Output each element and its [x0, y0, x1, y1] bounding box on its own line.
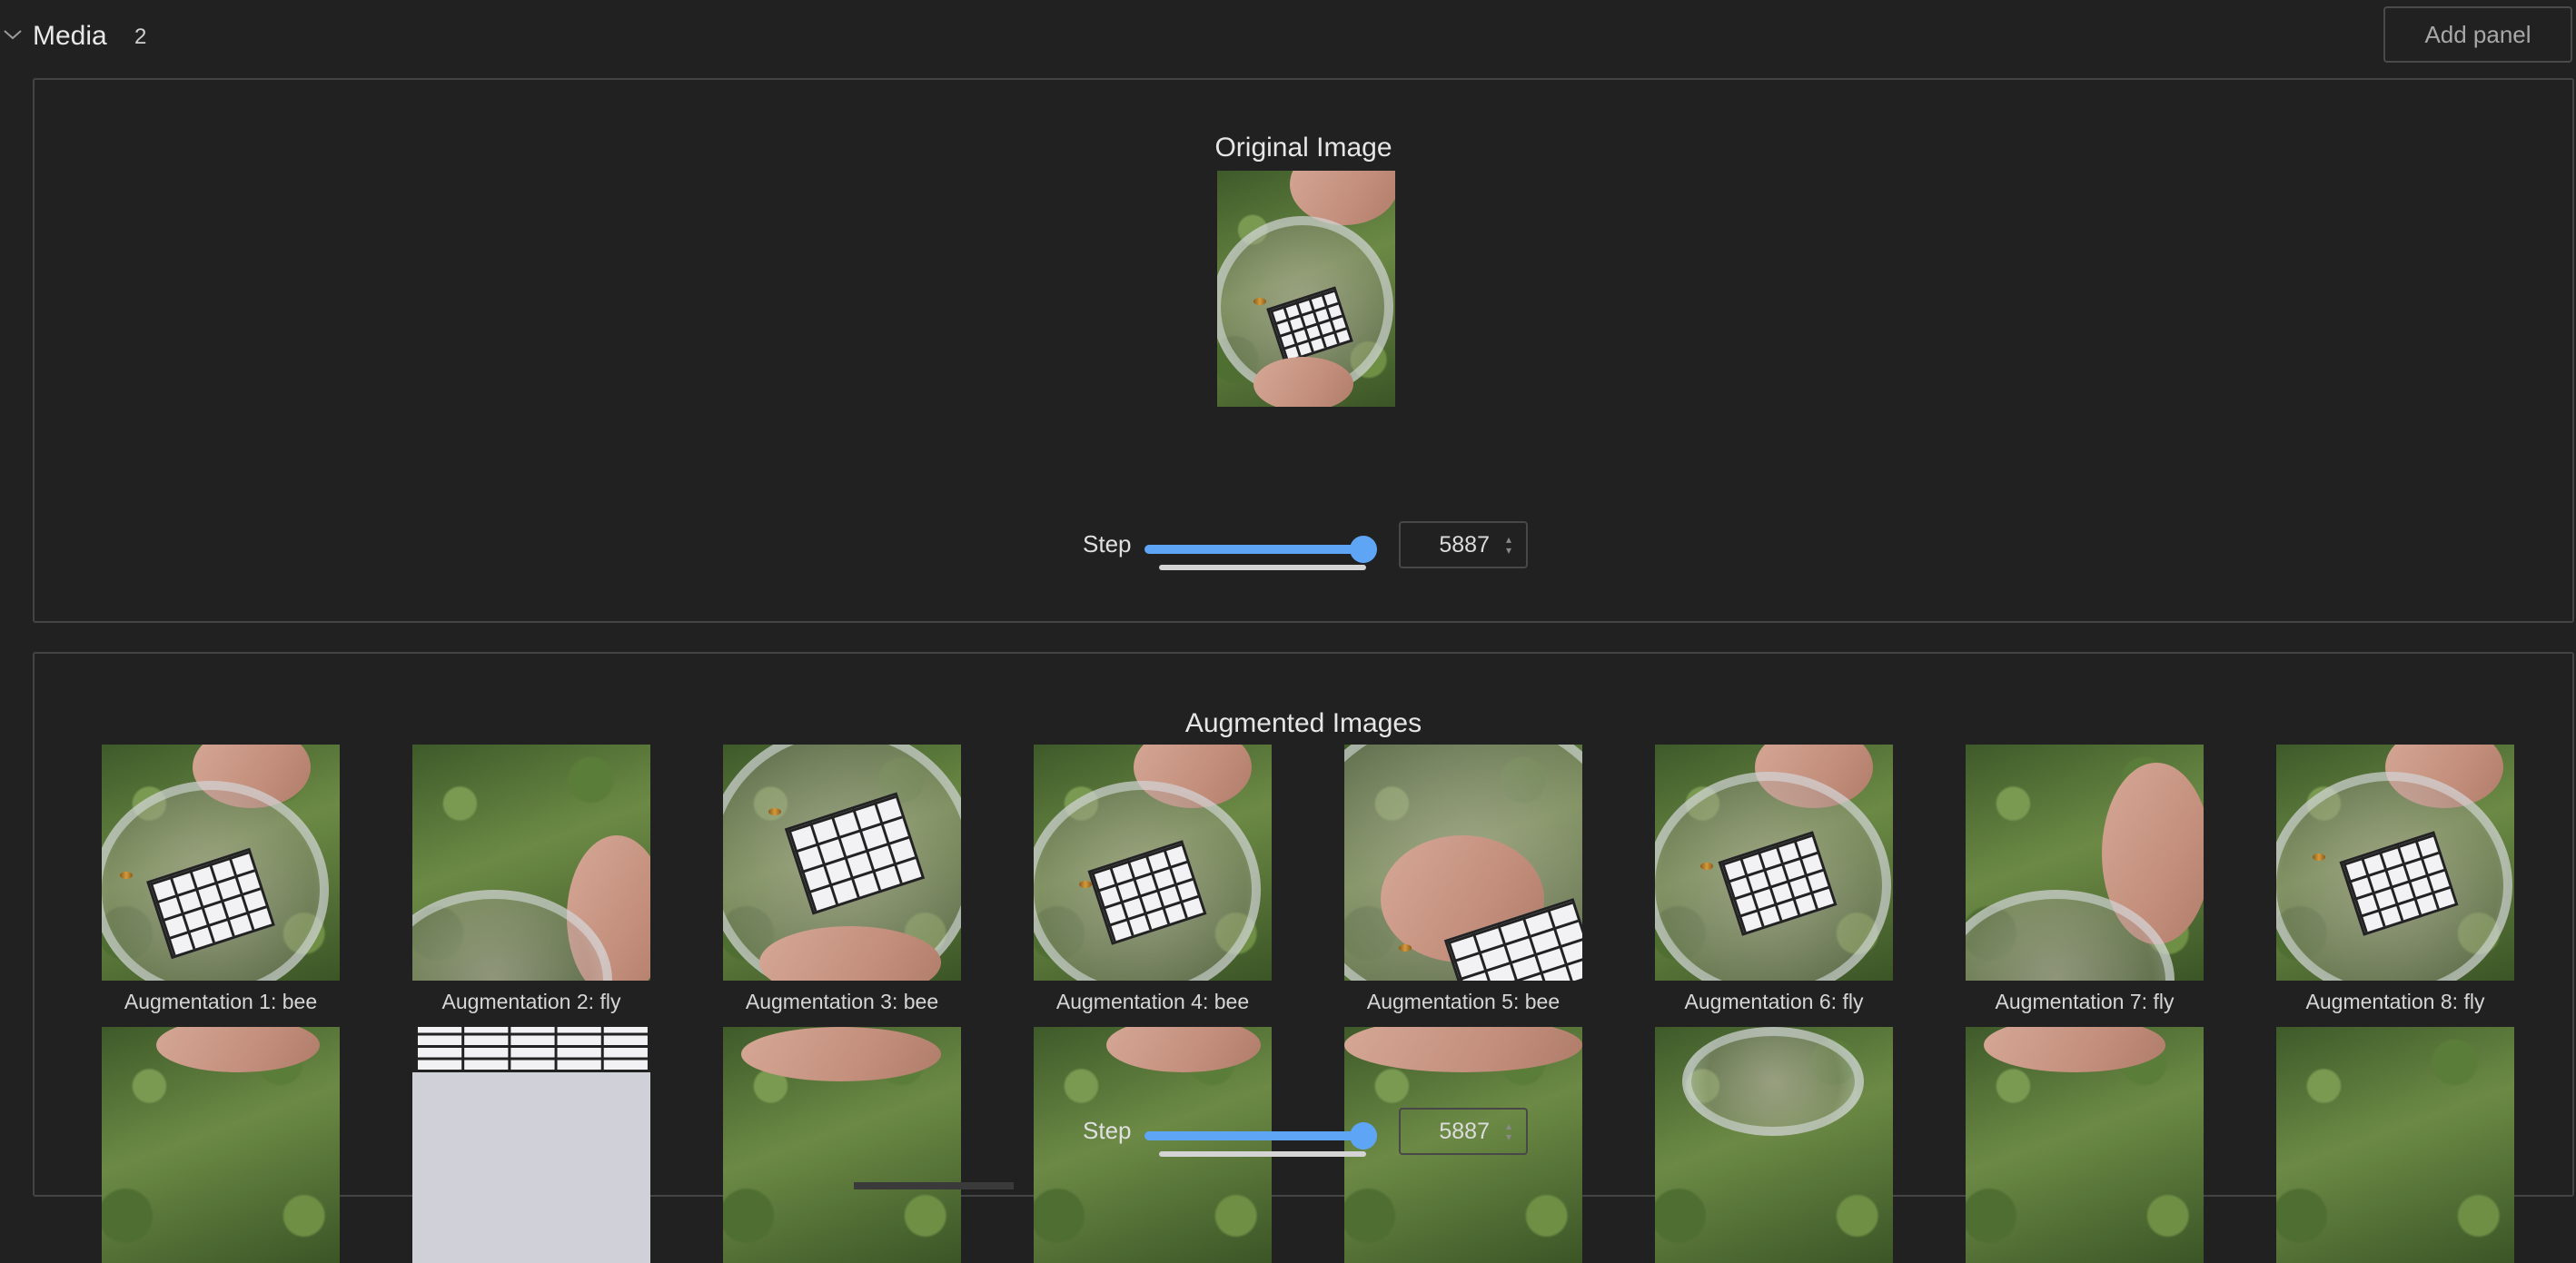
slider-track [1144, 1131, 1364, 1140]
augmented-image[interactable] [1655, 745, 1893, 981]
augmentation-caption: Augmentation 2: fly [441, 990, 621, 1013]
section-count-badge: 2 [134, 25, 147, 49]
original-image[interactable] [1217, 171, 1395, 407]
media-section-header: Media 2 Add panel [0, 0, 2576, 73]
panel-title: Augmented Images [1184, 708, 1422, 738]
slider-underline [1159, 565, 1366, 570]
augmentation-caption: Augmentation 6: fly [1684, 990, 1864, 1013]
step-label: Step [1083, 1117, 1132, 1144]
add-panel-button[interactable]: Add panel [2383, 6, 2572, 63]
augmentation-item[interactable]: Augmentation 1: bee [102, 745, 340, 1263]
step-number-input[interactable]: 5887 ▴ ▾ [1399, 1108, 1528, 1155]
augmented-images-panel: Augmented Images Augmentation 1: bee Aug… [33, 652, 2574, 1263]
slider-thumb[interactable] [1350, 1122, 1377, 1150]
spinner-arrows-icon[interactable]: ▴ ▾ [1502, 534, 1515, 557]
step-value: 5887 [1439, 1119, 1490, 1144]
spinner-arrows-icon[interactable]: ▴ ▾ [1502, 1120, 1515, 1144]
augmented-image[interactable] [1034, 745, 1272, 981]
augmented-image[interactable] [102, 745, 340, 981]
original-image-panel: Original Image Step 5887 ▴ ▾ [33, 78, 2574, 623]
augmentation-caption: Augmentation 1: bee [124, 990, 318, 1013]
augmented-images-grid: Augmentation 1: bee Augmentation 2: fly [102, 745, 2554, 1263]
augmentation-item[interactable]: Augmentation 8: fly [2276, 745, 2514, 1263]
augmentation-caption: Augmentation 5: bee [1366, 990, 1560, 1013]
augmentation-item[interactable]: Augmentation 5: bee [1344, 745, 1582, 1263]
step-slider[interactable] [1144, 1122, 1377, 1157]
augmented-image[interactable] [723, 745, 961, 981]
augmentation-caption: Augmentation 3: bee [745, 990, 939, 1013]
augmentation-item[interactable]: Augmentation 7: fly [1966, 745, 2204, 1263]
step-control: Step 5887 ▴ ▾ [35, 1104, 2572, 1159]
step-control: Step 5887 ▴ ▾ [35, 518, 2572, 572]
step-label: Step [1083, 530, 1132, 557]
augmented-image[interactable] [2276, 745, 2514, 981]
slider-underline [1159, 1151, 1366, 1157]
augmentation-caption: Augmentation 4: bee [1055, 990, 1250, 1013]
augmentation-item[interactable]: Augmentation 6: fly [1655, 745, 1893, 1263]
section-title: Media [33, 21, 107, 51]
augmentation-item[interactable]: Augmentation 2: fly [412, 745, 650, 1263]
panel-title: Original Image [1214, 133, 1392, 163]
augmented-image[interactable] [412, 745, 650, 981]
augmentation-caption: Augmentation 7: fly [1995, 990, 2175, 1013]
augmentation-caption: Augmentation 8: fly [2305, 990, 2485, 1013]
chevron-down-icon[interactable] [2, 24, 24, 45]
augmented-image[interactable] [1344, 745, 1582, 981]
slider-track [1144, 545, 1364, 554]
augmentation-item[interactable]: Augmentation 4: bee [1034, 745, 1272, 1263]
horizontal-scrollbar[interactable] [854, 1182, 1014, 1189]
slider-thumb[interactable] [1350, 536, 1377, 563]
step-slider[interactable] [1144, 536, 1377, 570]
step-value: 5887 [1439, 532, 1490, 557]
augmented-image[interactable] [1966, 745, 2204, 981]
step-number-input[interactable]: 5887 ▴ ▾ [1399, 521, 1528, 568]
